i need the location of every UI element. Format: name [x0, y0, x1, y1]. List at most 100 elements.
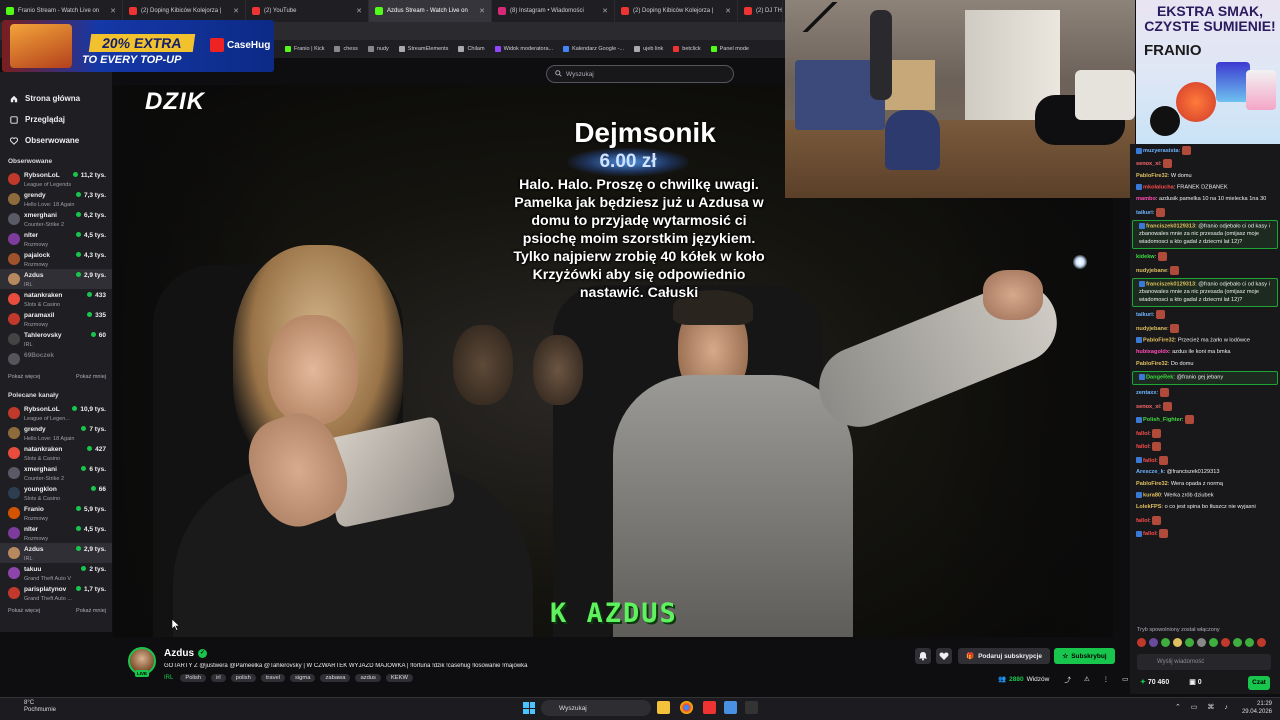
sidebar-channel-item[interactable]: takuu Grand Theft Auto V2 tys.	[0, 563, 112, 583]
emote-icon[interactable]	[1233, 638, 1242, 647]
chat-username[interactable]: fallol	[1143, 458, 1156, 464]
taskbar-search[interactable]: Wyszukaj	[541, 700, 651, 716]
sidebar-channel-item[interactable]: xmerghani Counter-Strike 26 tys.	[0, 463, 112, 483]
follow-button[interactable]	[936, 648, 952, 664]
emote-icon[interactable]	[1173, 638, 1182, 647]
theater-mode-icon[interactable]: ▭	[1122, 675, 1128, 683]
chat-username[interactable]: taikuri	[1136, 312, 1153, 318]
channel-points[interactable]: ✦ 70 460	[1140, 678, 1169, 686]
show-more-button[interactable]: Pokaż więcej	[8, 608, 40, 614]
sidebar-channel-item[interactable]: nlter Rozmowy 4,5 tys.	[0, 523, 112, 543]
close-tab-icon[interactable]: ✕	[104, 7, 116, 15]
chat-username[interactable]: fallol	[1136, 431, 1149, 437]
chat-username[interactable]: fallol	[1136, 518, 1149, 524]
close-tab-icon[interactable]: ✕	[350, 7, 362, 15]
emote-icon[interactable]	[1209, 638, 1218, 647]
sidebar-channel-item[interactable]: grendy Hello Love: 18 Again 7,3 tys.	[0, 189, 112, 209]
app-icon[interactable]	[703, 701, 716, 714]
chat-username[interactable]: senox_xi	[1136, 404, 1160, 410]
sidebar-nav-item[interactable]: Przeglądaj	[0, 109, 112, 130]
stream-tag[interactable]: polish	[230, 674, 256, 682]
sidebar-nav-item[interactable]: Strona główna	[0, 88, 112, 109]
bookmark-item[interactable]: Chilam	[458, 46, 485, 52]
emote-icon[interactable]	[1197, 638, 1206, 647]
emote-icon[interactable]	[1257, 638, 1266, 647]
sidebar-channel-item[interactable]: pajalock Rozmowy 4,3 tys.	[0, 249, 112, 269]
windows-start-button[interactable]	[523, 702, 535, 714]
chat-username[interactable]: PabloFire32	[1143, 338, 1175, 344]
stream-tag[interactable]: azdus	[355, 674, 381, 682]
chat-send-button[interactable]: Czat	[1248, 676, 1270, 690]
chat-input[interactable]: Wyślij wiadomość	[1137, 654, 1271, 670]
sidebar-channel-item[interactable]: RybsonLoL League of Legends 11,2 tys.	[0, 169, 112, 189]
emote-icon[interactable]	[1149, 638, 1158, 647]
file-explorer-icon[interactable]	[657, 701, 670, 714]
chat-username[interactable]: nudyjebane	[1136, 326, 1167, 332]
sidebar-channel-item[interactable]: youngklon Slots & Casino 66	[0, 483, 112, 503]
sidebar-channel-item[interactable]: 69Boczek	[0, 349, 112, 369]
app-icon[interactable]	[724, 701, 737, 714]
browser-tab[interactable]: (2) YouTube ✕	[246, 0, 369, 22]
emote-icon[interactable]	[1245, 638, 1254, 647]
bookmark-item[interactable]: Franio | Kick	[285, 46, 324, 52]
browser-tab[interactable]: (2) Doping Kibiców Kolejorza | ✕	[615, 0, 738, 22]
stream-tag[interactable]: KEKW	[385, 674, 413, 682]
stream-tag[interactable]: irl	[211, 674, 226, 682]
casehug-ad-banner[interactable]: 20% EXTRA TO EVERY TOP-UP CaseHug	[2, 20, 274, 72]
terminal-icon[interactable]	[745, 701, 758, 714]
sidebar-channel-item[interactable]: paramaxil Rozmowy 335	[0, 309, 112, 329]
chat-username[interactable]: Polish_Fighter	[1143, 417, 1182, 423]
chat-username[interactable]: PabloFire32	[1136, 173, 1168, 179]
browser-tab[interactable]: Azdus Stream - Watch Live on ✕	[369, 0, 492, 22]
chat-username[interactable]: mambo	[1136, 196, 1156, 202]
franio-ad[interactable]: EKSTRA SMAK, CZYSTE SUMIENIE! FRANIO	[1136, 0, 1280, 144]
chat-username[interactable]: hubixagoldx	[1136, 349, 1169, 355]
show-less-button[interactable]: Pokaż mniej	[76, 374, 106, 380]
bookmark-item[interactable]: StreamElements	[398, 46, 448, 52]
chat-username[interactable]: Arescze_k	[1136, 469, 1164, 475]
chat-username[interactable]: kura80	[1143, 493, 1161, 499]
emote-icon[interactable]	[1185, 638, 1194, 647]
show-more-button[interactable]: Pokaż więcej	[8, 374, 40, 380]
gift-sub-button[interactable]: 🎁 Podaruj subskrypcje	[958, 648, 1050, 664]
bookmark-item[interactable]: betclick	[673, 46, 701, 52]
stream-tag[interactable]: zabawa	[320, 674, 351, 682]
chat-username[interactable]: PabloFire32	[1136, 481, 1168, 487]
sidebar-channel-item[interactable]: natankraken Slots & Casino 433	[0, 289, 112, 309]
close-tab-icon[interactable]: ✕	[719, 7, 731, 15]
close-tab-icon[interactable]: ✕	[596, 7, 608, 15]
report-icon[interactable]: ⚠	[1084, 675, 1090, 683]
emote-row[interactable]	[1137, 638, 1273, 650]
sidebar-channel-item[interactable]: RybsonLoL League of Legen... 10,9 tys.	[0, 403, 112, 423]
chat-username[interactable]: DangeRek	[1146, 375, 1173, 381]
chat-username[interactable]: taikuri	[1136, 210, 1153, 216]
show-less-button[interactable]: Pokaż mniej	[76, 608, 106, 614]
emote-icon[interactable]	[1221, 638, 1230, 647]
browser-tab[interactable]: (2) DJ THE M	[738, 0, 783, 22]
sidebar-channel-item[interactable]: grendy Hello Love: 18 Again 7 tys.	[0, 423, 112, 443]
stream-tag[interactable]: travel	[260, 674, 285, 682]
emote-icon[interactable]	[1161, 638, 1170, 647]
bookmark-item[interactable]: nudy	[367, 46, 389, 52]
browser-tab[interactable]: (8) Instagram • Wiadomości ✕	[492, 0, 615, 22]
close-tab-icon[interactable]: ✕	[227, 7, 239, 15]
bookmark-item[interactable]: Widok moderatora...	[494, 46, 553, 52]
chat-username[interactable]: zentaxx	[1136, 390, 1157, 396]
stream-tag[interactable]: Polish	[180, 674, 207, 682]
system-tray[interactable]: ⌃ ▭ ⌘ ♪	[1175, 703, 1232, 711]
bookmark-item[interactable]: chess	[334, 46, 358, 52]
streamer-name[interactable]: Azdus ✓	[164, 648, 207, 659]
search-input[interactable]: Wyszukaj	[546, 65, 734, 83]
bookmark-item[interactable]: Kalendarz Google -...	[563, 46, 624, 52]
chat-username[interactable]: kidekw	[1136, 254, 1155, 260]
close-tab-icon[interactable]: ✕	[473, 7, 485, 15]
sidebar-channel-item[interactable]: nlter Rozmowy 4,5 tys.	[0, 229, 112, 249]
bookmark-item[interactable]: ujeb link	[634, 46, 663, 52]
chat-username[interactable]: nudyjebane	[1136, 268, 1167, 274]
notification-bell-button[interactable]	[915, 648, 931, 664]
sidebar-channel-item[interactable]: parisplatynov Grand Theft Auto ... 1,7 tys…	[0, 583, 112, 603]
chat-username[interactable]: mkolalucha	[1143, 185, 1174, 191]
stream-tag[interactable]: sigma	[290, 674, 316, 682]
chat-username[interactable]: franciszek0129313	[1146, 224, 1195, 230]
chat-username[interactable]: franciszek0129313	[1146, 282, 1195, 288]
